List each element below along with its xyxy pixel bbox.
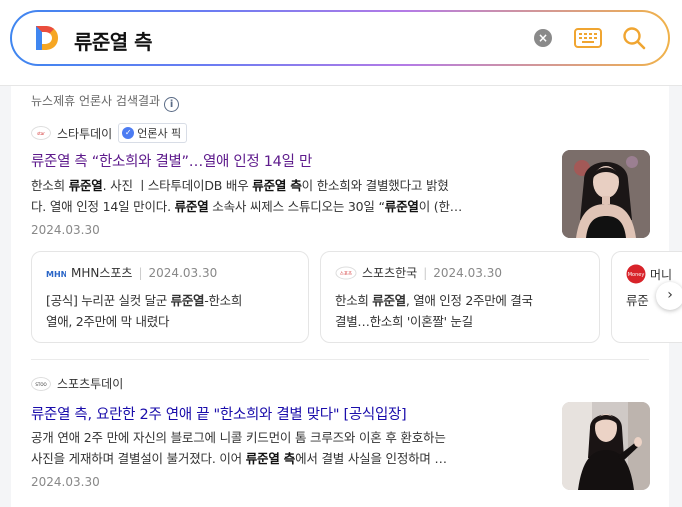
section-title: 뉴스제휴 언론사 검색결과 i [31,92,180,112]
headline-keyword[interactable]: 류준열 측 [31,154,88,170]
press-name[interactable]: 스포츠투데이 [57,375,123,392]
snippet-line: 공개 연애 2주 만에 자신의 블로그에 니콜 키드먼이 톰 크루즈와 이혼 후… [31,430,446,445]
divider [31,359,649,360]
related-news-card[interactable]: MHN MHN스포츠 | 2024.03.30 [공식] 누리꾼 실컷 달군 류… [31,251,309,343]
press-logo-sportshankook: 스포츠 [335,266,357,279]
press-row[interactable]: star 스타투데이 ✓ 언론사 픽 [31,123,188,143]
press-logo-money: Money [626,264,646,284]
press-logo-mhn: MHN [46,270,66,279]
press-row[interactable]: STOO 스포츠투데이 [31,375,123,392]
svg-text:MHN: MHN [46,270,66,279]
snippet-line: 다. 열애 인정 14일 만이다. 류준열 소속사 씨제스 스튜디오는 30일 … [31,199,463,214]
card-date: 2024.03.30 [433,265,502,280]
press-logo-startoday: star [31,126,51,140]
card-press-name[interactable]: MHN스포츠 [71,264,132,281]
snippet-line: 사진을 게재하며 결별설이 불거졌다. 이어 류준열 측에서 결별 사실을 인정… [31,451,447,466]
card-press-row: 스포츠 스포츠한국 | 2024.03.30 [335,264,502,281]
news-results-panel: 뉴스제휴 언론사 검색결과 i star 스타투데이 ✓ 언론사 픽 류준열 측 … [11,86,682,507]
result-snippet: 한소희 류준열. 사진 ㅣ스타투데이DB 배우 류준열 측이 한소희와 결별했다… [31,175,546,217]
card-press-row: Money 머니 [626,264,672,284]
press-pick-label: 언론사 픽 [137,127,182,140]
press-logo-sportstoday: STOO [31,376,51,391]
search-box[interactable]: 류준열 측 × [10,10,670,66]
info-icon[interactable]: i [164,97,180,112]
card-press-row: MHN MHN스포츠 | 2024.03.30 [46,264,218,281]
card-title[interactable]: 한소희 류준열, 열애 인정 2주만에 결국 결별…한소희 '이혼짤' 눈길 [335,290,595,332]
svg-text:star: star [37,131,45,136]
chevron-right-icon[interactable]: › [656,282,682,310]
search-icon[interactable] [622,26,646,50]
svg-text:STOO: STOO [35,382,46,387]
headline-rest[interactable]: “한소희와 결별”…열애 인정 14일 만 [87,154,313,170]
card-press-name[interactable]: 스포츠한국 [362,264,417,281]
related-news-card[interactable]: 스포츠 스포츠한국 | 2024.03.30 한소희 류준열, 열애 인정 2주… [320,251,600,343]
clear-icon[interactable]: × [534,29,552,47]
section-title-text: 뉴스제휴 언론사 검색결과 [31,94,161,108]
card-title[interactable]: [공식] 누리꾼 실컷 달군 류준열-한소희 열애, 2주만에 막 내렸다 [46,290,306,332]
daum-logo[interactable] [34,25,60,51]
search-input[interactable]: 류준열 측 [74,26,153,55]
card-date: 2024.03.30 [148,265,218,280]
check-icon: ✓ [122,127,135,139]
result-thumbnail[interactable] [562,150,650,238]
result-headline[interactable]: 류준열 측 “한소희와 결별”…열애 인정 14일 만 [31,150,312,171]
result-headline[interactable]: 류준열 측, 요란한 2주 연애 끝 "한소희와 결별 맞다" [공식입장] [31,403,407,424]
headline-keyword[interactable]: 류준열 측 [31,407,88,423]
press-name[interactable]: 스타투데이 [57,125,112,142]
result-thumbnail[interactable] [562,402,650,490]
search-header: 류준열 측 × [0,0,682,86]
result-date: 2024.03.30 [31,475,100,489]
card-press-name[interactable]: 머니 [650,266,672,283]
snippet-line: 한소희 류준열. 사진 ㅣ스타투데이DB 배우 류준열 측이 한소희와 결별했다… [31,178,449,193]
svg-text:Money: Money [628,272,645,278]
result-date: 2024.03.30 [31,223,100,237]
svg-text:스포츠: 스포츠 [340,271,352,277]
keyboard-icon[interactable] [574,28,602,48]
press-pick-badge: ✓ 언론사 픽 [118,123,188,143]
headline-rest[interactable]: , 요란한 2주 연애 끝 "한소희와 결별 맞다" [공식입장] [87,407,406,423]
result-snippet: 공개 연애 2주 만에 자신의 블로그에 니콜 키드먼이 톰 크루즈와 이혼 후… [31,427,546,469]
